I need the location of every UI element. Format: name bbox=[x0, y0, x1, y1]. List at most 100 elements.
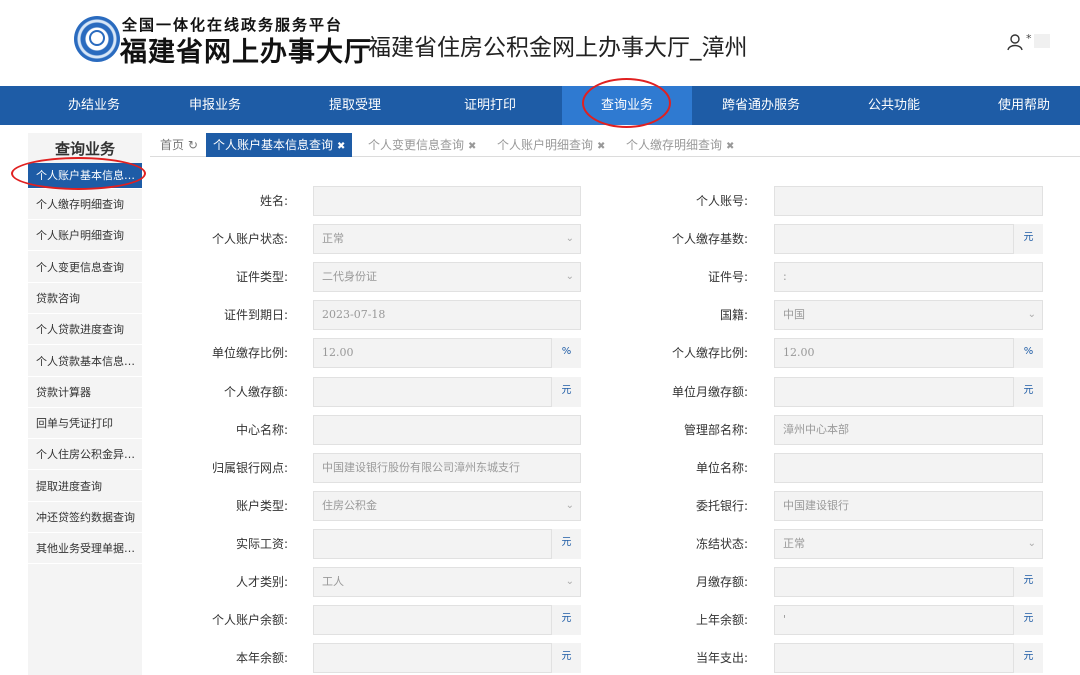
brand-name: 福建省网上办事大厅 bbox=[120, 37, 372, 68]
tab-label: 个人变更信息查询 bbox=[368, 138, 465, 152]
tab-close-icon[interactable]: ✖ bbox=[468, 141, 476, 152]
sidebar-item-6[interactable]: 个人贷款基本信息… bbox=[28, 346, 142, 377]
sidebar: 查询业务 个人账户基本信息… 个人缴存明细查询 个人账户明细查询 个人变更信息查询 贷款… bbox=[28, 133, 142, 675]
text-field[interactable] bbox=[313, 605, 581, 636]
sidebar-item-8[interactable]: 回单与凭证打印 bbox=[28, 408, 142, 440]
sidebar-item-5[interactable]: 个人贷款进度查询 bbox=[28, 314, 142, 346]
field-value: 住房公积金 bbox=[322, 498, 377, 512]
field-value: : bbox=[783, 270, 787, 284]
text-field[interactable] bbox=[774, 643, 1043, 674]
sidebar-item-0[interactable]: 个人账户基本信息… bbox=[28, 163, 142, 189]
field-value: 漳州中心本部 bbox=[783, 422, 849, 436]
select-field[interactable]: 正常 ⌄ bbox=[313, 224, 581, 255]
field-label: 证件到期日: bbox=[223, 308, 288, 323]
unit-addon: 元 bbox=[1013, 605, 1043, 636]
chevron-down-icon: ⌄ bbox=[1027, 309, 1036, 321]
chevron-down-icon: ⌄ bbox=[565, 499, 574, 511]
text-field[interactable] bbox=[313, 414, 581, 445]
field-value: ' bbox=[783, 613, 787, 627]
select-field[interactable]: 中国 ⌄ bbox=[774, 300, 1043, 331]
unit-addon: 元 bbox=[1013, 643, 1043, 674]
unit-addon: 元 bbox=[551, 643, 581, 674]
tab-home[interactable]: 首页 ↻ bbox=[160, 133, 198, 157]
field-value: 12.00 bbox=[783, 346, 815, 360]
text-field[interactable]: 12.00 bbox=[313, 338, 581, 369]
field-label: 人才类别: bbox=[235, 575, 288, 589]
platform-logo-icon bbox=[74, 16, 120, 62]
tab-2[interactable]: 个人账户明细查询 ✖ bbox=[497, 133, 605, 157]
unit-addon: % bbox=[551, 338, 581, 369]
nav-item-6[interactable]: 公共功能 bbox=[832, 86, 956, 125]
text-field[interactable]: 2023-07-18 bbox=[313, 300, 581, 331]
text-field[interactable] bbox=[313, 528, 581, 559]
site-title: 福建省住房公积金网上办事大厅_漳州 bbox=[368, 35, 748, 61]
text-field[interactable] bbox=[774, 452, 1043, 483]
field-value: 中国 bbox=[783, 308, 805, 322]
field-label: 单位缴存比例: bbox=[211, 346, 288, 361]
text-field[interactable] bbox=[313, 376, 581, 407]
field-label: 上年余额: bbox=[695, 613, 748, 628]
field-value: 正常 bbox=[322, 232, 344, 246]
sidebar-item-9[interactable]: 个人住房公积金异… bbox=[28, 439, 142, 471]
user-mark: * bbox=[1026, 32, 1032, 45]
nav-item-1[interactable]: 申报业务 bbox=[150, 86, 280, 125]
text-field[interactable]: ' bbox=[774, 605, 1043, 636]
field-label: 冻结状态: bbox=[695, 536, 748, 551]
text-field[interactable] bbox=[774, 376, 1043, 407]
field-label: 中心名称: bbox=[235, 422, 288, 437]
text-field[interactable] bbox=[774, 224, 1043, 255]
text-field[interactable]: 中国建设银行股份有限公司漳州东城支行 bbox=[313, 452, 581, 483]
chevron-down-icon: ⌄ bbox=[1027, 537, 1036, 549]
nav-item-3[interactable]: 证明打印 bbox=[425, 86, 555, 125]
unit-addon: 元 bbox=[1013, 567, 1043, 597]
text-field[interactable] bbox=[774, 567, 1043, 597]
field-label: 本年余额: bbox=[235, 651, 288, 666]
field-label: 委托银行: bbox=[695, 498, 748, 513]
unit-addon: 元 bbox=[551, 376, 581, 407]
field-label: 国籍: bbox=[719, 308, 748, 323]
select-field[interactable]: 工人 ⌄ bbox=[313, 567, 581, 597]
field-label: 证件类型: bbox=[235, 270, 288, 285]
nav-item-4[interactable]: 查询业务 bbox=[562, 86, 692, 125]
sidebar-item-11[interactable]: 冲还贷签约数据查询 bbox=[28, 502, 142, 533]
chevron-down-icon: ⌄ bbox=[565, 271, 574, 283]
field-label: 个人账户状态: bbox=[211, 232, 288, 247]
sidebar-item-3[interactable]: 个人变更信息查询 bbox=[28, 252, 142, 283]
unit-addon: 元 bbox=[551, 605, 581, 636]
select-field[interactable]: 二代身份证 ⌄ bbox=[313, 262, 581, 293]
field-value: 中国建设银行 bbox=[783, 498, 849, 512]
field-label: 个人缴存基数: bbox=[671, 232, 748, 247]
tab-1[interactable]: 个人变更信息查询 ✖ bbox=[368, 133, 476, 157]
sidebar-item-12[interactable]: 其他业务受理单据… bbox=[28, 533, 142, 565]
unit-addon: 元 bbox=[551, 528, 581, 559]
sidebar-item-2[interactable]: 个人账户明细查询 bbox=[28, 220, 142, 252]
tab-3[interactable]: 个人缴存明细查询 ✖ bbox=[626, 133, 734, 157]
chevron-down-icon: ⌄ bbox=[565, 233, 574, 245]
field-label: 个人账号: bbox=[695, 194, 748, 208]
sidebar-item-4[interactable]: 贷款咨询 bbox=[28, 283, 142, 314]
nav-item-5[interactable]: 跨省通办服务 bbox=[692, 86, 830, 125]
tab-close-icon[interactable]: ✖ bbox=[337, 141, 345, 152]
user-name[interactable] bbox=[1034, 34, 1050, 48]
select-field[interactable]: 正常 ⌄ bbox=[774, 528, 1043, 559]
text-field[interactable]: : bbox=[774, 262, 1043, 293]
text-field[interactable] bbox=[313, 643, 581, 674]
field-label: 实际工资: bbox=[235, 536, 288, 551]
text-field[interactable] bbox=[313, 186, 581, 216]
text-field[interactable] bbox=[774, 186, 1043, 216]
unit-addon: 元 bbox=[1013, 224, 1043, 255]
tab-close-icon[interactable]: ✖ bbox=[726, 141, 734, 152]
text-field[interactable]: 漳州中心本部 bbox=[774, 414, 1043, 445]
sidebar-item-7[interactable]: 贷款计算器 bbox=[28, 377, 142, 408]
text-field[interactable]: 12.00 bbox=[774, 338, 1043, 369]
nav-item-7[interactable]: 使用帮助 bbox=[968, 86, 1080, 125]
unit-addon: % bbox=[1013, 338, 1043, 369]
tab-close-icon[interactable]: ✖ bbox=[597, 141, 605, 152]
sidebar-item-10[interactable]: 提取进度查询 bbox=[28, 471, 142, 502]
text-field[interactable]: 中国建设银行 bbox=[774, 490, 1043, 521]
sidebar-item-1[interactable]: 个人缴存明细查询 bbox=[28, 189, 142, 220]
user-icon[interactable] bbox=[1006, 33, 1024, 51]
tab-0[interactable]: 个人账户基本信息查询 ✖ bbox=[206, 133, 353, 157]
nav-item-2[interactable]: 提取受理 bbox=[290, 86, 420, 125]
select-field[interactable]: 住房公积金 ⌄ bbox=[313, 490, 581, 521]
